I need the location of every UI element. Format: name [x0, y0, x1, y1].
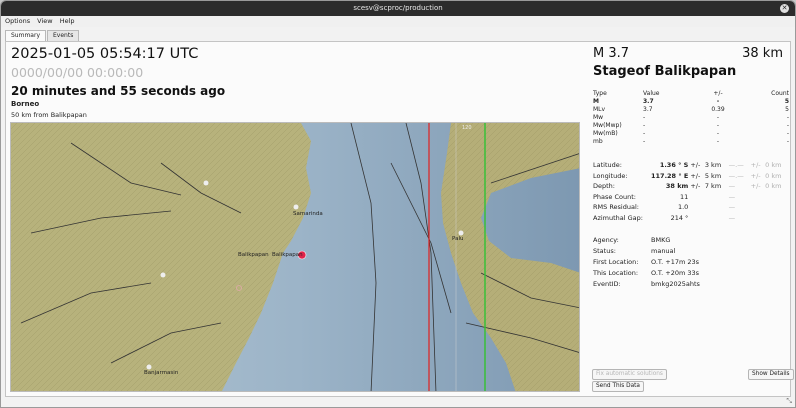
magnitude-row[interactable]: Mw(Mwp) - - -	[593, 121, 789, 129]
origin-time-placeholder: 0000/00/00 00:00:00	[11, 65, 144, 80]
map-label-balikpapan-2: Balikpapan	[272, 252, 303, 258]
close-icon[interactable]: ✕	[780, 4, 789, 13]
col-type: Type	[593, 89, 607, 97]
distance-text: 50 km from Balikpapan	[11, 111, 87, 119]
magnitude-row[interactable]: mb - - -	[593, 137, 789, 145]
azimuthal-gap-value: 214 °	[670, 213, 689, 222]
fix-automatic-button[interactable]: Fix automatic solutions	[592, 369, 667, 380]
col-value: Value	[643, 89, 660, 97]
resize-icon[interactable]: ⤡	[786, 397, 792, 406]
latitude-row: Latitude: 1.36 ° S +/- 3 km —.— +/- 0 km	[593, 161, 782, 170]
longitude-value: 117.28 ° E	[651, 171, 689, 180]
magnitude-value: M 3.7	[593, 46, 630, 61]
magnitude-row[interactable]: Mw(mB) - - -	[593, 129, 789, 137]
phase-count-row: Phase Count: 11 —	[593, 192, 736, 201]
send-data-button[interactable]: Send This Data	[592, 381, 644, 392]
show-details-button[interactable]: Show Details	[748, 369, 794, 380]
menu-bar: Options View Help	[1, 16, 795, 27]
event-id-row: EventID: bmkg2025ahts	[593, 278, 789, 289]
depth-row: Depth: 38 km +/- 7 km — +/- 0 km	[593, 182, 782, 191]
map-label-banjarmasin: Banjarmasin	[144, 370, 179, 376]
region-name: Borneo	[11, 100, 40, 108]
title-bar: scesv@scproc/production ✕	[1, 1, 795, 16]
magnitude-row[interactable]: Mw - - -	[593, 113, 789, 121]
depth-value-big: 38 km	[742, 46, 783, 61]
magnitude-table: Type Value +/- Count M 3.7 - 5 MLv 3.7 0…	[593, 89, 789, 145]
map-label-balikpapan: Balikpapan	[238, 252, 269, 258]
menu-options[interactable]: Options	[5, 17, 30, 25]
latitude-value: 1.36 ° S	[659, 161, 689, 170]
origin-time: 2025-01-05 05:54:17 UTC	[11, 46, 199, 62]
event-map[interactable]: Samarinda Balikpapan Balikpapan Palu Ban…	[10, 122, 580, 392]
first-location-row: First Location: O.T. +17m 23s	[593, 256, 789, 267]
map-label-palu: Palu	[452, 236, 463, 242]
nearest-place: Stageof Balikpapan	[593, 64, 737, 79]
longitude-row: Longitude: 117.28 ° E +/- 5 km —.— +/- 0…	[593, 171, 782, 180]
location-table: Latitude: 1.36 ° S +/- 3 km —.— +/- 0 km…	[593, 160, 789, 223]
phase-count-value: 11	[680, 192, 689, 201]
summary-panel: 2025-01-05 05:54:17 UTC 0000/00/00 00:00…	[5, 41, 794, 397]
window-title: scesv@scproc/production	[353, 4, 443, 12]
magnitude-row[interactable]: MLv 3.7 0.39 5	[593, 105, 789, 113]
agency-row: Agency: BMKG	[593, 234, 789, 245]
col-count: Count	[771, 89, 789, 97]
tab-events[interactable]: Events	[47, 30, 80, 41]
this-location-value: O.T. +20m 33s	[651, 268, 700, 277]
map-canvas[interactable]: Samarinda Balikpapan Balikpapan Palu Ban…	[11, 123, 580, 392]
map-label-samarinda: Samarinda	[293, 211, 323, 217]
menu-view[interactable]: View	[37, 17, 52, 25]
status-row: Status: manual	[593, 245, 789, 256]
tab-bar: Summary Events	[5, 30, 80, 41]
agency-value: BMKG	[651, 235, 671, 244]
time-ago: 20 minutes and 55 seconds ago	[11, 84, 226, 98]
col-error: +/-	[713, 89, 723, 97]
magnitude-table-header: Type Value +/- Count	[593, 89, 789, 97]
app-window: scesv@scproc/production ✕ Options View H…	[0, 0, 796, 408]
menu-help[interactable]: Help	[60, 17, 75, 25]
event-id-value: bmkg2025ahts	[651, 279, 700, 288]
map-grid-label: 120	[462, 125, 472, 131]
this-location-row: This Location: O.T. +20m 33s	[593, 267, 789, 278]
rms-value: 1.0	[677, 203, 689, 212]
magnitude-row[interactable]: M 3.7 - 5	[593, 97, 789, 105]
first-location-value: O.T. +17m 23s	[651, 257, 700, 266]
depth-value: 38 km	[665, 182, 689, 191]
rms-row: RMS Residual: 1.0 —	[593, 203, 736, 212]
status-value: manual	[651, 246, 676, 255]
agency-table: Agency: BMKG Status: manual First Locati…	[593, 234, 789, 289]
azimuthal-gap-row: Azimuthal Gap: 214 ° —	[593, 213, 736, 222]
tab-summary[interactable]: Summary	[5, 30, 46, 41]
